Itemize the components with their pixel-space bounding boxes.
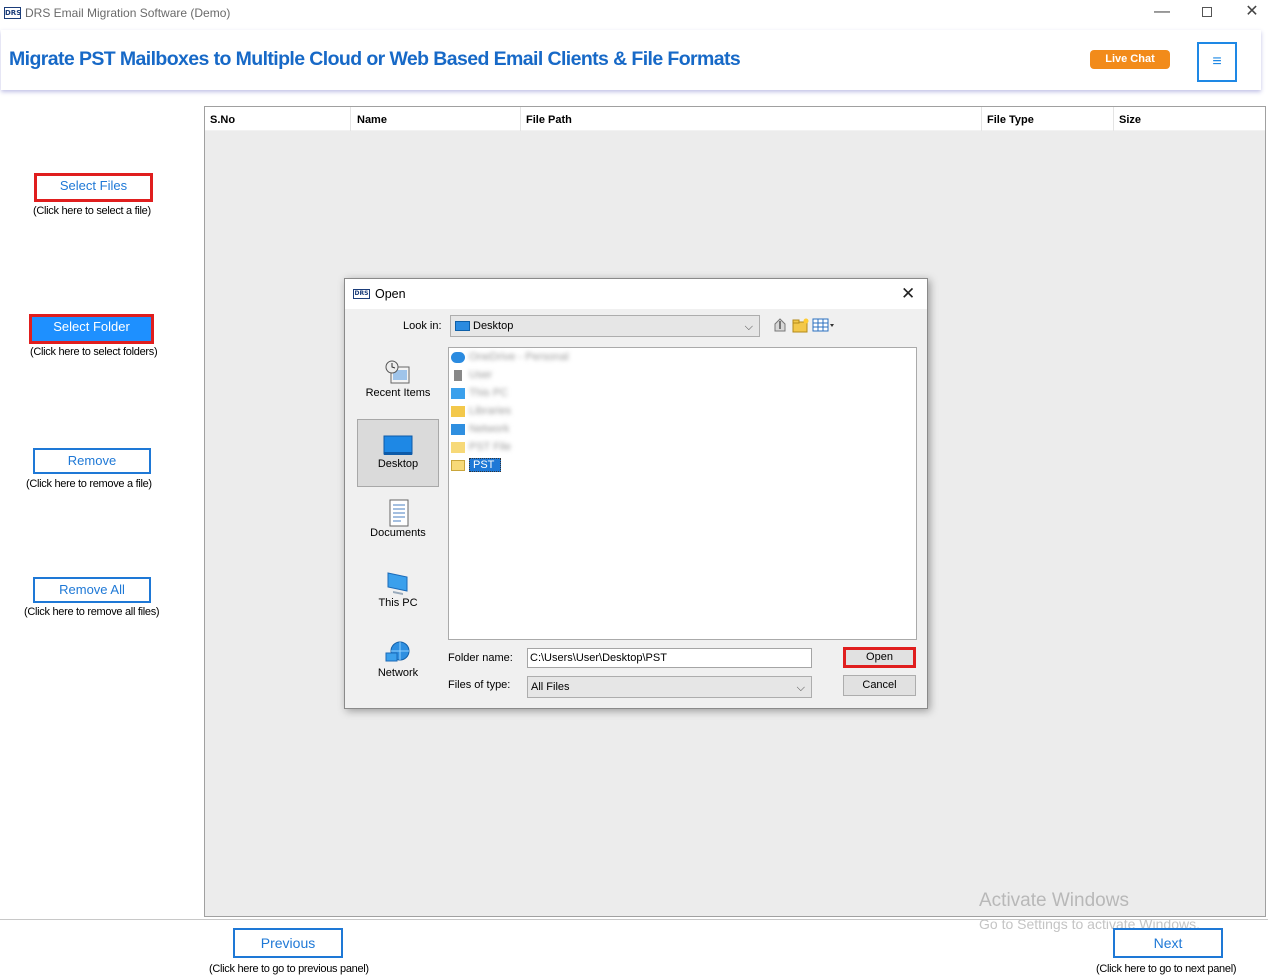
open-button[interactable]: Open [843,647,916,668]
remove-button[interactable]: Remove [33,448,151,474]
list-item[interactable]: Network [451,421,509,437]
list-item[interactable]: PST File [451,439,511,455]
next-hint: (Click here to go to next panel) [1096,963,1237,975]
place-label: Documents [370,527,426,539]
next-button[interactable]: Next [1113,928,1223,958]
window-title: DRS Email Migration Software (Demo) [25,6,231,20]
libraries-icon [451,405,465,417]
place-desktop[interactable]: Desktop [357,419,439,487]
previous-hint: (Click here to go to previous panel) [209,963,369,975]
look-in-value: Desktop [473,320,514,332]
files-of-type-value: All Files [531,681,570,693]
place-recent-items[interactable]: Recent Items [357,349,439,417]
select-folder-button[interactable]: Select Folder [29,314,154,344]
dialog-titlebar: DRS Open ✕ [345,279,927,309]
select-files-button[interactable]: Select Files [34,173,153,202]
remove-all-button[interactable]: Remove All [33,577,151,603]
place-this-pc[interactable]: This PC [357,559,439,627]
network-small-icon [451,423,465,435]
maximize-button[interactable] [1184,0,1230,26]
column-sno[interactable]: S.No [205,107,351,131]
recent-items-icon [383,359,413,385]
dialog-app-icon: DRS [353,289,370,299]
documents-icon [383,499,413,527]
dialog-close-button[interactable]: ✕ [901,284,915,304]
desktop-icon [383,430,413,456]
folder-icon [451,441,465,453]
column-size[interactable]: Size [1114,107,1264,131]
look-in-select[interactable]: Desktop ⌵ [450,315,760,337]
desktop-small-icon [455,321,470,331]
files-of-type-label: Files of type: [448,679,511,691]
activate-windows-watermark: Activate Windows [979,890,1129,911]
list-item-selected[interactable]: PST [451,457,502,473]
menu-icon: ≡ [1212,53,1222,70]
column-name[interactable]: Name [352,107,521,131]
file-list[interactable]: OneDrive - Personal User This PC Librari… [448,347,917,640]
network-icon [383,639,413,665]
window-titlebar: DRS DRS Email Migration Software (Demo) … [0,0,1268,28]
minimize-button[interactable]: — [1139,0,1185,26]
dialog-title: Open [375,287,406,301]
app-logo-icon: DRS [4,7,22,19]
select-files-hint: (Click here to select a file) [33,205,151,217]
open-file-dialog: DRS Open ✕ Look in: Desktop ⌵ Recent Ite… [344,278,928,709]
list-item[interactable]: OneDrive - Personal [451,349,569,365]
chevron-down-icon: ⌵ [796,682,805,694]
chevron-down-icon: ⌵ [744,321,753,333]
table-header: S.No Name File Path File Type Size [205,107,1265,131]
header-banner: Migrate PST Mailboxes to Multiple Cloud … [1,30,1261,90]
this-pc-icon [383,569,413,595]
select-folder-hint: (Click here to select folders) [30,346,158,358]
close-window-button[interactable]: ✕ [1229,0,1268,26]
folder-name-input[interactable]: C:\Users\User\Desktop\PST [527,648,812,668]
hamburger-menu-button[interactable]: ≡ [1197,42,1237,82]
remove-hint: (Click here to remove a file) [26,478,152,490]
files-of-type-select[interactable]: All Files ⌵ [527,676,812,698]
up-folder-icon[interactable] [772,317,788,336]
list-item[interactable]: This PC [451,385,508,401]
folder-icon [451,459,465,471]
place-label: Recent Items [365,387,431,399]
this-pc-small-icon [451,387,465,399]
view-menu-icon[interactable] [812,317,836,336]
remove-all-hint: (Click here to remove all files) [24,606,160,618]
page-title: Migrate PST Mailboxes to Multiple Cloud … [9,48,741,70]
list-item[interactable]: Libraries [451,403,511,419]
place-label: Desktop [377,458,419,470]
place-documents[interactable]: Documents [357,489,439,557]
previous-button[interactable]: Previous [233,928,343,958]
look-in-label: Look in: [403,320,442,332]
place-label: This PC [378,597,418,609]
new-folder-icon[interactable] [792,317,810,336]
onedrive-icon [451,351,465,363]
user-icon [454,369,462,381]
folder-name-label: Folder name: [448,652,513,664]
list-item[interactable]: User [451,367,492,383]
places-bar: Recent Items Desktop Documents This PC N… [357,349,439,689]
place-label: Network [377,667,419,679]
footer-divider [0,919,1268,920]
column-file-path[interactable]: File Path [521,107,982,131]
live-chat-button[interactable]: Live Chat [1090,50,1170,69]
place-network[interactable]: Network [357,629,439,697]
column-file-type[interactable]: File Type [982,107,1114,131]
maximize-icon [1202,6,1212,17]
cancel-button[interactable]: Cancel [843,675,916,696]
